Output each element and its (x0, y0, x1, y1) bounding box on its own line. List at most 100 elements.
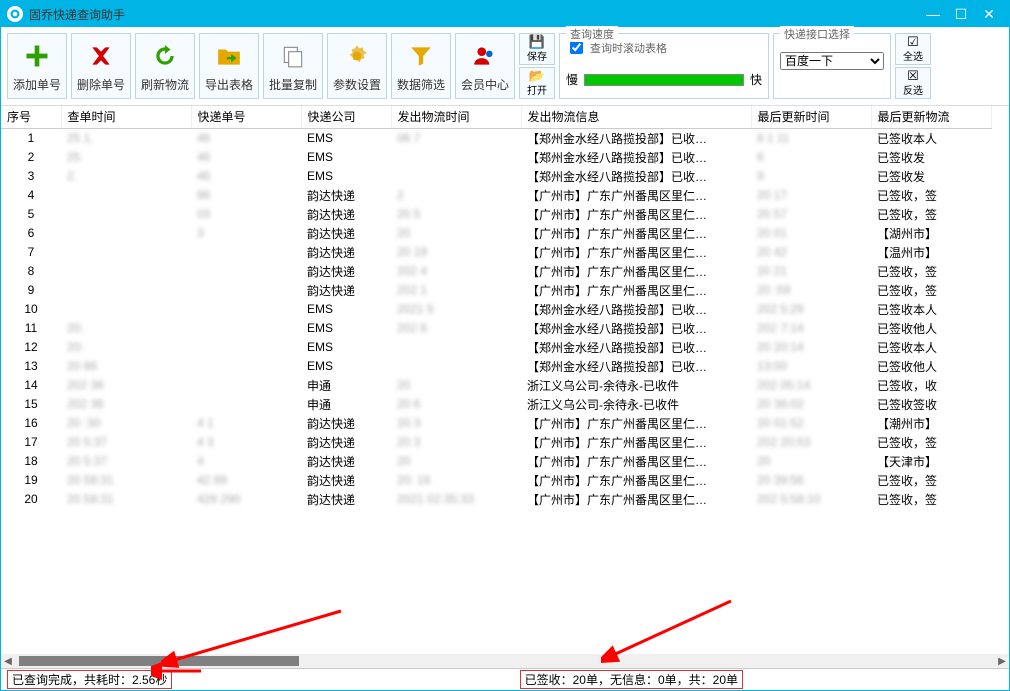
col-send-info[interactable]: 发出物流信息 (521, 106, 751, 128)
cell-tracking: 46 (191, 148, 301, 167)
interface-group: 快递接口选择 百度一下 (773, 33, 891, 99)
cell-send-info: 【郑州金水经八路揽投部】已收… (521, 300, 751, 319)
interface-select[interactable]: 百度一下 (780, 52, 884, 70)
cell-company: 韵达快递 (301, 490, 391, 509)
cell-send-info: 【广州市】广东广州番禺区里仁… (521, 471, 751, 490)
cell-send-time: 20 19 (391, 243, 521, 262)
cell-serial: 20 (1, 490, 61, 509)
table-row[interactable]: 7韵达快递20 19【广州市】广东广州番禺区里仁…20 42【温州市】 (1, 243, 991, 262)
cell-last-info: 已签收，收 (871, 376, 991, 395)
cell-tracking: 4 (191, 452, 301, 471)
col-send-time[interactable]: 发出物流时间 (391, 106, 521, 128)
cell-send-info: 【郑州金水经八路揽投部】已收… (521, 338, 751, 357)
cell-last-info: 已签收，签 (871, 262, 991, 281)
table-row[interactable]: 1920 58:3142 89韵达快递20: 16【广州市】广东广州番禺区里仁…… (1, 471, 991, 490)
table-row[interactable]: 2020 58:31428 290韵达快递2021 02:35:33【广州市】广… (1, 490, 991, 509)
table-row[interactable]: 1620 :304 1韵达快递20 3【广州市】广东广州番禺区里仁…20 01:… (1, 414, 991, 433)
cell-send-info: 【广州市】广东广州番禺区里仁… (521, 490, 751, 509)
cell-send-time: 20: 16 (391, 471, 521, 490)
select-all-button[interactable]: ☑ 全选 (895, 33, 931, 65)
table-row[interactable]: 63韵达快递20【广州市】广东广州番禺区里仁…20 01【湖州市】 (1, 224, 991, 243)
minimize-button[interactable]: — (919, 4, 947, 24)
cell-send-time: 20 6 (391, 395, 521, 414)
col-serial[interactable]: 序号 (1, 106, 61, 128)
col-company[interactable]: 快递公司 (301, 106, 391, 128)
table-row[interactable]: 10EMS2021 5【郑州金水经八路揽投部】已收…202 5:29已签收本人 (1, 300, 991, 319)
add-button[interactable]: 添加单号 (7, 33, 67, 99)
vip-button[interactable]: 会员中心 (455, 33, 515, 99)
scroll-checkbox[interactable] (570, 41, 583, 54)
horizontal-scrollbar[interactable]: ◀ ▶ (1, 654, 1009, 668)
cell-send-time: 202 1 (391, 281, 521, 300)
table-row[interactable]: 1320 86EMS【郑州金水经八路揽投部】已收…13:00已签收他人 (1, 357, 991, 376)
cell-last-time: 202 7:14 (751, 319, 871, 338)
cell-serial: 7 (1, 243, 61, 262)
cell-query-time (61, 205, 191, 224)
scroll-right-icon[interactable]: ▶ (995, 654, 1009, 668)
refresh-button[interactable]: 刷新物流 (135, 33, 195, 99)
folder-export-icon (213, 40, 245, 72)
cell-send-time: 2021 02:35:33 (391, 490, 521, 509)
cell-send-time: 20 (391, 452, 521, 471)
cell-last-info: 已签收，签 (871, 186, 991, 205)
cell-company: 韵达快递 (301, 452, 391, 471)
cell-serial: 4 (1, 186, 61, 205)
cell-tracking: 42 89 (191, 471, 301, 490)
col-last-time[interactable]: 最后更新时间 (751, 106, 871, 128)
cell-company: 韵达快递 (301, 433, 391, 452)
cell-query-time (61, 262, 191, 281)
close-button[interactable]: ✕ (975, 4, 1003, 24)
cell-send-time: 2021 5 (391, 300, 521, 319)
cell-send-info: 【广州市】广东广州番禺区里仁… (521, 281, 751, 300)
data-table[interactable]: 序号 查单时间 快递单号 快递公司 发出物流时间 发出物流信息 最后更新时间 最… (1, 106, 992, 509)
cell-last-time: 20 39:56 (751, 471, 871, 490)
cell-company: 韵达快递 (301, 262, 391, 281)
cell-company: EMS (301, 319, 391, 338)
save-button[interactable]: 💾 保存 (519, 33, 555, 65)
col-last-info[interactable]: 最后更新物流 (871, 106, 991, 128)
table-row[interactable]: 9韵达快递202 1【广州市】广东广州番禺区里仁…20 :59已签收，签 (1, 281, 991, 300)
table-row[interactable]: 1120:EMS202 6【郑州金水经八路揽投部】已收…202 7:14已签收他… (1, 319, 991, 338)
select-all-icon: ☑ (907, 35, 919, 48)
invert-button[interactable]: ☒ 反选 (895, 67, 931, 99)
open-icon: 📂 (529, 69, 545, 82)
col-tracking-no[interactable]: 快递单号 (191, 106, 301, 128)
table-row[interactable]: 125 1.46EMS06 7【郑州金水经八路揽投部】已收…8 1 11已签收本… (1, 128, 991, 148)
table-row[interactable]: 1220:EMS【郑州金水经八路揽投部】已收…20 20:14已签收本人 (1, 338, 991, 357)
cell-query-time: 20: (61, 338, 191, 357)
toolbar: 添加单号 删除单号 刷新物流 导出表格 批量复制 (1, 27, 1009, 106)
table-row[interactable]: 8韵达快递202 4【广州市】广东广州番禺区里仁…20 21已签收，签 (1, 262, 991, 281)
open-button[interactable]: 📂 打开 (519, 67, 555, 99)
cell-company: 韵达快递 (301, 281, 391, 300)
save-icon: 💾 (529, 35, 545, 48)
delete-button[interactable]: 删除单号 (71, 33, 131, 99)
col-query-time[interactable]: 查单时间 (61, 106, 191, 128)
window-title: 固乔快递查询助手 (29, 6, 125, 23)
filter-button[interactable]: 数据筛选 (391, 33, 451, 99)
scroll-left-icon[interactable]: ◀ (1, 654, 15, 668)
cell-query-time (61, 243, 191, 262)
cell-query-time (61, 300, 191, 319)
copy-button[interactable]: 批量复制 (263, 33, 323, 99)
speed-slider[interactable] (584, 74, 744, 86)
cell-last-info: 已签收他人 (871, 319, 991, 338)
table-row[interactable]: 32.46EMS【郑州金水经八路揽投部】已收… 9已签收发 (1, 167, 991, 186)
cell-query-time (61, 281, 191, 300)
table-row[interactable]: 503韵达快递20 5【广州市】广东广州番禺区里仁…20 57已签收，签 (1, 205, 991, 224)
cell-send-info: 【郑州金水经八路揽投部】已收… (521, 148, 751, 167)
cell-last-time: 202 05:14 (751, 376, 871, 395)
cell-send-time (391, 167, 521, 186)
table-row[interactable]: 1820 5:374 韵达快递20【广州市】广东广州番禺区里仁…20【天津市】 (1, 452, 991, 471)
cell-query-time: 20: (61, 319, 191, 338)
table-row[interactable]: 486韵达快递2【广州市】广东广州番禺区里仁…20 17已签收，签 (1, 186, 991, 205)
table-row[interactable]: 15202 36申通20 6浙江义乌公司-余待永-已收件20 36:02已签收签… (1, 395, 991, 414)
cell-last-time: 202 20:53 (751, 433, 871, 452)
cell-send-info: 【广州市】广东广州番禺区里仁… (521, 433, 751, 452)
settings-button[interactable]: 参数设置 (327, 33, 387, 99)
maximize-button[interactable]: ☐ (947, 4, 975, 24)
table-row[interactable]: 22546EMS【郑州金水经八路揽投部】已收… 6已签收发 (1, 148, 991, 167)
scroll-thumb[interactable] (19, 656, 299, 666)
table-row[interactable]: 14202 36申通20浙江义乌公司-余待永-已收件202 05:14已签收，收 (1, 376, 991, 395)
export-button[interactable]: 导出表格 (199, 33, 259, 99)
table-row[interactable]: 1720 5:374 3韵达快递20 3【广州市】广东广州番禺区里仁…202 2… (1, 433, 991, 452)
